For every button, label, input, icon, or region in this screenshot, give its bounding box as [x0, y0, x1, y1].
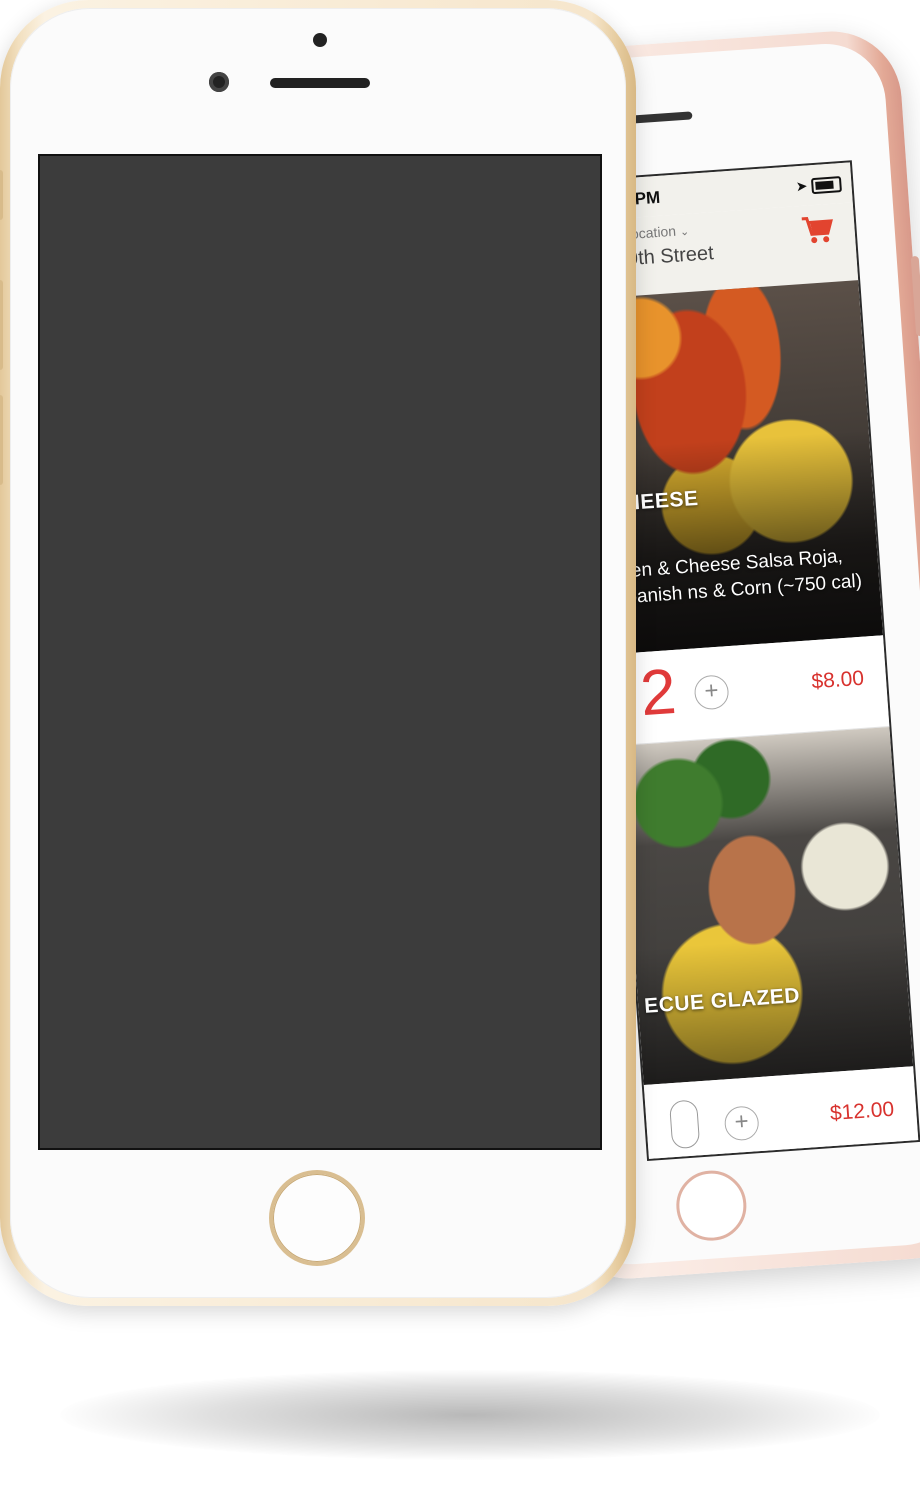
- front-phone-sensor: [313, 33, 327, 47]
- volume-down-button: [0, 395, 3, 485]
- mute-switch: [0, 170, 3, 220]
- phone-shadow: [60, 1370, 880, 1460]
- location-arrow-icon: ➤: [795, 177, 809, 195]
- front-phone-gold: [0, 0, 636, 1306]
- add-quantity-button[interactable]: +: [693, 674, 730, 711]
- cart-icon[interactable]: [800, 214, 836, 246]
- battery-icon: [810, 176, 843, 195]
- chevron-down-icon: ⌄: [679, 225, 690, 239]
- volume-up-button: [0, 280, 3, 370]
- add-quantity-button[interactable]: +: [723, 1105, 760, 1142]
- menu-item-photo-2[interactable]: ECUE GLAZED: [620, 727, 914, 1086]
- quantity-value: 0: [668, 1099, 701, 1150]
- photo-overlay: [599, 429, 883, 655]
- front-phone-home-button[interactable]: [269, 1170, 365, 1266]
- item-price: $8.00: [810, 666, 865, 694]
- front-phone-camera: [209, 72, 229, 92]
- item-price: $12.00: [829, 1097, 895, 1126]
- status-icons: ➤: [795, 175, 843, 195]
- quantity-value: 2: [637, 654, 679, 730]
- front-phone-speaker: [270, 78, 370, 88]
- front-phone-screen: [38, 154, 602, 1150]
